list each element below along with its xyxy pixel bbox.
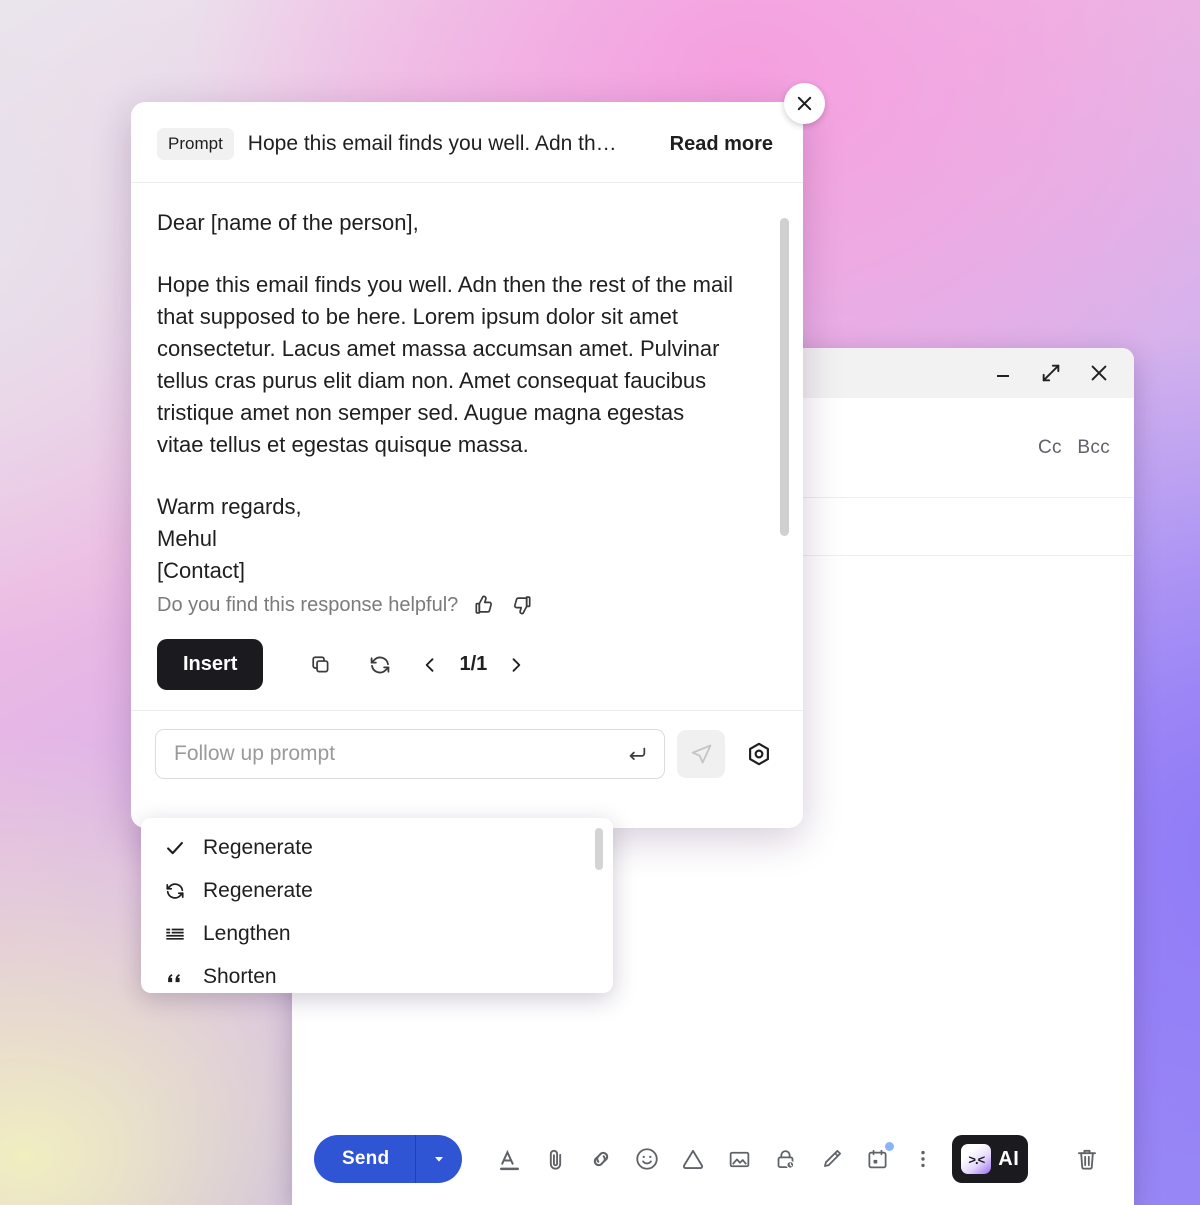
dropdown-item-label: Regenerate	[203, 878, 313, 902]
refresh-icon	[163, 880, 187, 902]
chevron-right-icon[interactable]	[505, 655, 527, 675]
followup-options-dropdown: Regenerate Regenerate Lengthen Shorten	[141, 818, 613, 993]
dropdown-scrollbar-thumb[interactable]	[595, 828, 603, 870]
insert-photo-icon[interactable]	[716, 1136, 762, 1182]
delete-draft-icon[interactable]	[1064, 1136, 1110, 1182]
signature-icon[interactable]	[808, 1136, 854, 1182]
minimize-icon[interactable]	[990, 360, 1016, 386]
panel-close-icon[interactable]	[784, 83, 825, 124]
chevron-left-icon[interactable]	[419, 655, 441, 675]
prompt-summary-row: Prompt Hope this email finds you well. A…	[131, 102, 803, 183]
feedback-question: Do you find this response helpful?	[157, 593, 459, 616]
caret-down-icon[interactable]	[416, 1135, 462, 1183]
dropdown-item-shorten[interactable]: Shorten	[141, 955, 613, 993]
cc-bcc-toggle[interactable]: Cc Bcc	[1028, 437, 1110, 459]
panel-scrollbar-thumb[interactable]	[780, 218, 789, 536]
enter-return-icon[interactable]	[626, 743, 648, 765]
read-more-button[interactable]: Read more	[670, 133, 781, 156]
insert-drive-icon[interactable]	[670, 1136, 716, 1182]
followup-input[interactable]	[174, 742, 626, 766]
expand-icon[interactable]	[1038, 360, 1064, 386]
cc-label[interactable]: Cc	[1038, 437, 1062, 458]
schedule-send-icon[interactable]	[854, 1136, 900, 1182]
prompt-text: Hope this email finds you well. Adn th…	[247, 132, 617, 155]
screen: Cc Bcc Send >.< AI Prompt Hope this emai…	[0, 0, 1200, 1205]
copy-icon[interactable]	[299, 644, 341, 686]
thumbs-up-icon[interactable]	[472, 593, 496, 617]
confidential-mode-icon[interactable]	[762, 1136, 808, 1182]
insert-link-icon[interactable]	[578, 1136, 624, 1182]
send-paper-plane-icon[interactable]	[677, 730, 725, 778]
ai-assistant-button[interactable]: >.< AI	[952, 1135, 1029, 1183]
prompt-chip: Prompt	[157, 128, 234, 160]
followup-input-wrapper[interactable]	[155, 729, 665, 779]
ai-response-body: Dear [name of the person], Hope this ema…	[131, 183, 803, 587]
dropdown-item-label: Regenerate	[203, 835, 313, 859]
lengthen-icon	[163, 923, 187, 945]
schedule-notification-dot	[885, 1142, 895, 1151]
insert-emoji-icon[interactable]	[624, 1136, 670, 1182]
compose-toolbar: Send >.< AI	[292, 1113, 1134, 1205]
dropdown-item-label: Shorten	[203, 964, 277, 988]
response-salutation: Dear [name of the person],	[157, 210, 419, 235]
check-icon	[163, 837, 187, 859]
dropdown-item-lengthen[interactable]: Lengthen	[141, 912, 613, 955]
bcc-label[interactable]: Bcc	[1077, 437, 1110, 458]
close-icon[interactable]	[1086, 360, 1112, 386]
response-action-row: Insert 1/1	[131, 617, 803, 711]
send-button-label: Send	[342, 1148, 390, 1169]
response-paragraph: Hope this email finds you well. Adn then…	[157, 272, 733, 457]
followup-row	[131, 711, 803, 799]
ai-face-icon: >.<	[961, 1144, 992, 1174]
panel-scrollbar[interactable]	[780, 118, 789, 818]
send-button[interactable]: Send	[314, 1135, 463, 1183]
settings-target-icon[interactable]	[737, 730, 781, 778]
response-contact: [Contact]	[157, 558, 246, 583]
more-options-icon[interactable]	[900, 1136, 946, 1182]
feedback-row: Do you find this response helpful?	[131, 593, 803, 617]
attach-file-icon[interactable]	[532, 1136, 578, 1182]
dropdown-item-regenerate[interactable]: Regenerate	[141, 869, 613, 912]
response-pager: 1/1	[419, 653, 527, 676]
thumbs-down-icon[interactable]	[510, 593, 534, 617]
shorten-quote-icon	[163, 966, 187, 988]
dropdown-item-regenerate-selected[interactable]: Regenerate	[141, 826, 613, 869]
page-count: 1/1	[459, 653, 488, 675]
insert-button[interactable]: Insert	[157, 639, 264, 690]
refresh-icon[interactable]	[359, 644, 401, 686]
format-text-icon[interactable]	[486, 1136, 532, 1182]
response-sender: Mehul	[157, 526, 217, 551]
ai-button-label: AI	[998, 1147, 1020, 1170]
response-signoff: Warm regards,	[157, 494, 302, 519]
dropdown-item-label: Lengthen	[203, 921, 291, 945]
ai-assistant-panel: Prompt Hope this email finds you well. A…	[131, 83, 825, 828]
